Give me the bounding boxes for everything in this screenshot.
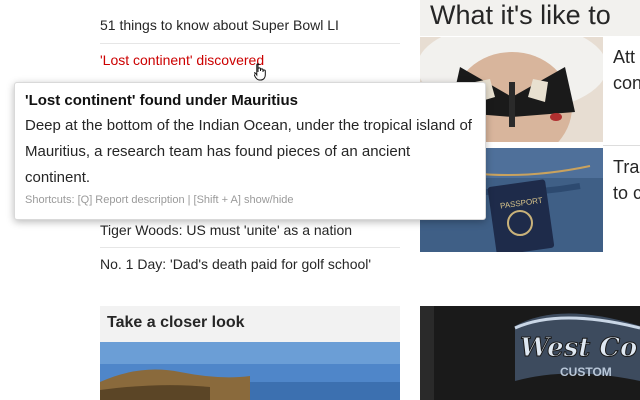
svg-text:West Co: West Co	[520, 333, 637, 363]
landscape-image[interactable]	[100, 342, 400, 400]
svg-text:CUSTOM: CUSTOM	[560, 365, 612, 379]
feature-card-teaser[interactable]: Att con	[613, 44, 640, 96]
link-preview-tooltip: 'Lost continent' found under Mauritius D…	[14, 82, 486, 220]
tooltip-title: 'Lost continent' found under Mauritius	[25, 92, 298, 109]
headline-link-active[interactable]: 'Lost continent' discovered	[100, 43, 400, 76]
feature-card-teaser[interactable]: Tra to c	[613, 154, 640, 206]
brand-logo: West Co CUSTOM	[420, 306, 640, 400]
hand-cursor-icon	[254, 63, 266, 81]
headline-link[interactable]: 51 things to know about Super Bowl LI	[100, 9, 400, 42]
tooltip-shortcuts: Shortcuts: [Q] Report description | [Shi…	[25, 194, 294, 206]
feature-title[interactable]: What it's like to	[420, 0, 640, 36]
divider	[603, 145, 640, 146]
tooltip-description: Deep at the bottom of the Indian Ocean, …	[25, 117, 472, 186]
headline-link[interactable]: No. 1 Day: 'Dad's death paid for golf sc…	[100, 247, 400, 280]
custom-logo-image[interactable]: West Co CUSTOM	[420, 306, 640, 400]
closer-look-title[interactable]: Take a closer look	[107, 314, 245, 332]
